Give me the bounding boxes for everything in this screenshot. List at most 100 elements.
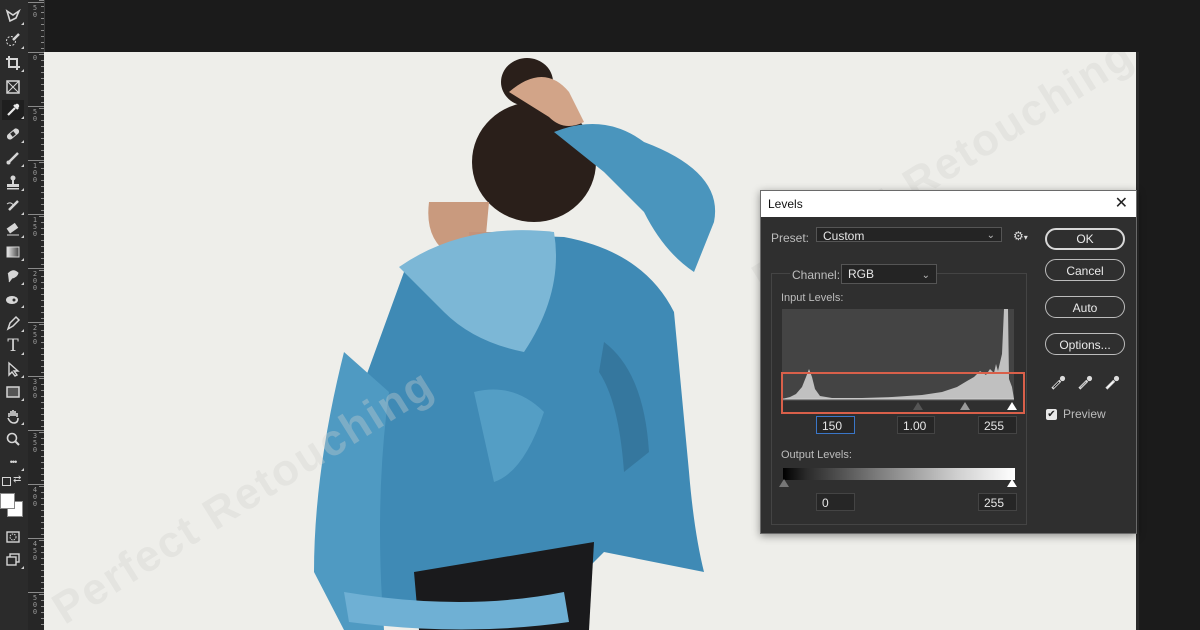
eraser-icon — [6, 222, 19, 236]
ruler-major-tick — [28, 430, 44, 431]
ok-button[interactable]: OK — [1045, 228, 1125, 250]
brush-tool[interactable] — [2, 148, 24, 168]
input-levels-label: Input Levels: — [781, 292, 844, 304]
clone-stamp-tool[interactable] — [2, 172, 24, 192]
crop-icon — [6, 56, 20, 70]
preview-label: Preview — [1063, 407, 1106, 421]
channel-label: Channel: — [790, 268, 843, 282]
type-tool[interactable]: T — [2, 336, 24, 356]
output-white-field[interactable]: 255 — [978, 493, 1017, 511]
lasso-icon — [5, 8, 21, 23]
ellipsis-icon: ••• — [9, 457, 18, 467]
lasso-tool[interactable] — [2, 6, 24, 26]
channel-value: RGB — [848, 267, 875, 281]
preset-label: Preset: — [771, 231, 810, 245]
close-icon[interactable]: ✕ — [1115, 191, 1128, 217]
hand-icon — [7, 410, 19, 424]
options-button[interactable]: Options... — [1045, 333, 1125, 355]
preset-select[interactable]: Custom ⌄ — [816, 227, 1002, 243]
input-black-field[interactable]: 150 — [816, 416, 855, 434]
rectangle-tool[interactable] — [2, 382, 24, 402]
screen-mode-icon — [6, 553, 20, 566]
ruler-major-tick — [28, 376, 44, 377]
crop-tool[interactable] — [2, 53, 24, 73]
ruler-minor-tick — [41, 36, 44, 37]
ruler-major-tick — [28, 106, 44, 107]
gradient-tool[interactable] — [2, 242, 24, 262]
swap-colors-icon[interactable]: ⇄ — [13, 474, 21, 485]
pen-tool[interactable] — [2, 313, 24, 333]
ruler-minor-tick — [41, 18, 44, 19]
more-tools[interactable]: ••• — [2, 452, 24, 472]
quick-selection-icon — [6, 33, 20, 46]
ruler-major-tick — [28, 268, 44, 269]
auto-button[interactable]: Auto — [1045, 296, 1125, 318]
arrow-icon — [8, 361, 20, 377]
bandage-icon — [6, 128, 20, 140]
frame-tool[interactable] — [2, 77, 24, 97]
quick-selection-tool[interactable] — [2, 30, 24, 50]
input-white-field[interactable]: 255 — [978, 416, 1017, 434]
frame-icon — [6, 80, 20, 94]
ruler-major-tick — [28, 2, 44, 3]
dodge-tool[interactable] — [2, 289, 24, 309]
white-point-eyedropper-icon[interactable] — [1103, 374, 1121, 392]
eraser-tool[interactable] — [2, 219, 24, 239]
output-black-field[interactable]: 0 — [816, 493, 855, 511]
black-point-eyedropper-icon[interactable] — [1049, 374, 1067, 392]
preview-checkbox[interactable]: ✔ — [1046, 409, 1057, 420]
dialog-title-bar: Levels ✕ — [761, 191, 1136, 217]
ruler-minor-tick — [41, 48, 44, 49]
vertical-ruler: 50 0 50 100 150 200 250 300 350 400 450 500 — [28, 0, 45, 630]
ruler-major-tick — [28, 160, 44, 161]
ruler-major-tick — [28, 322, 44, 323]
levels-dialog: Levels ✕ Preset: Custom ⌄ ⚙▾ OK Cancel A… — [760, 190, 1137, 534]
quick-mask-button[interactable] — [2, 527, 24, 547]
ruler-major-tick — [28, 592, 44, 593]
stamp-icon — [7, 175, 19, 190]
eyedropper-tool[interactable] — [2, 100, 24, 120]
ruler-label: 300 — [32, 378, 38, 400]
blur-tool[interactable] — [2, 266, 24, 286]
ruler-label: 100 — [32, 162, 38, 184]
path-selection-tool[interactable] — [2, 359, 24, 379]
chevron-down-icon: ⌄ — [921, 270, 930, 281]
foreground-color-swatch[interactable] — [0, 493, 15, 509]
screen-mode-button[interactable] — [2, 550, 24, 570]
ruler-minor-tick — [41, 12, 44, 13]
dodge-icon — [6, 296, 18, 304]
type-icon: T — [7, 336, 19, 356]
channel-select[interactable]: RGB ⌄ — [841, 264, 937, 284]
pen-icon — [6, 315, 21, 331]
ruler-label: 250 — [32, 324, 38, 346]
ruler-label: 0 — [32, 54, 38, 62]
gray-point-eyedropper-icon[interactable] — [1076, 374, 1094, 392]
chevron-down-icon: ⌄ — [986, 230, 995, 241]
output-gradient-bar — [783, 468, 1015, 480]
ruler-minor-tick — [41, 42, 44, 43]
zoom-tool[interactable] — [2, 429, 24, 449]
default-colors-icon[interactable] — [2, 477, 11, 486]
ruler-minor-tick — [41, 30, 44, 31]
healing-brush-tool[interactable] — [2, 124, 24, 144]
ruler-label: 50 — [32, 4, 38, 19]
quick-mask-icon — [6, 531, 20, 543]
highlight-annotation-box — [781, 372, 1025, 414]
ruler-label: 350 — [32, 432, 38, 454]
ruler-major-tick — [28, 538, 44, 539]
input-gamma-field[interactable]: 1.00 — [897, 416, 935, 434]
history-brush-icon — [6, 200, 19, 211]
output-white-slider[interactable] — [1007, 479, 1017, 487]
history-brush-tool[interactable] — [2, 196, 24, 216]
ruler-label: 400 — [32, 486, 38, 508]
cancel-button[interactable]: Cancel — [1045, 259, 1125, 281]
preset-options-gear-icon[interactable]: ⚙▾ — [1013, 229, 1028, 243]
rectangle-icon — [6, 386, 20, 398]
output-black-slider[interactable] — [779, 479, 789, 487]
preset-value: Custom — [823, 229, 865, 243]
ruler-major-tick — [28, 484, 44, 485]
ruler-label: 500 — [32, 594, 38, 616]
hand-tool[interactable] — [2, 406, 24, 426]
ruler-major-tick — [28, 52, 44, 53]
ruler-label: 200 — [32, 270, 38, 292]
